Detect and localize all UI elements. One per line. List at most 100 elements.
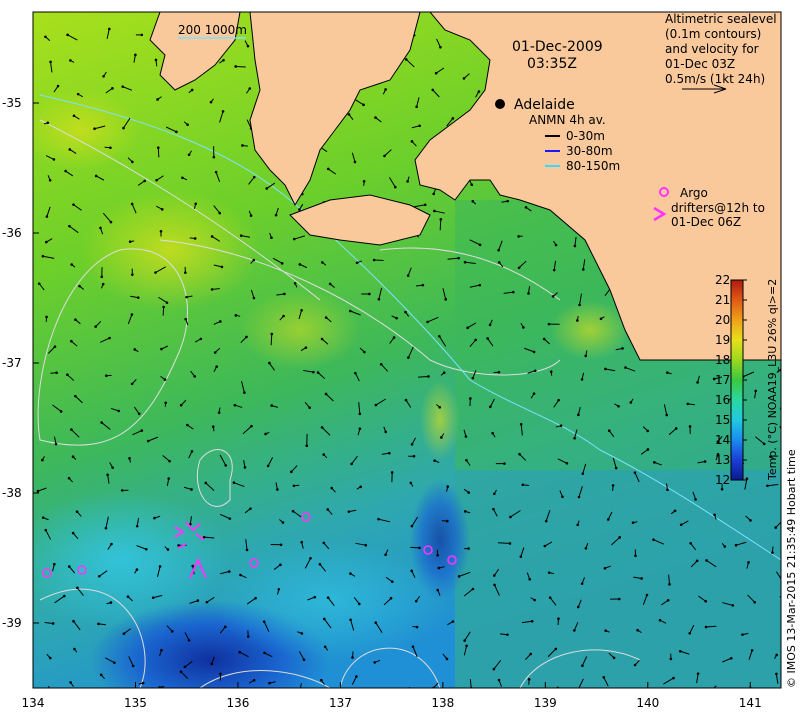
velocity-arrow-head [70,263,73,266]
velocity-arrow-head [411,645,415,648]
velocity-arrow-head [347,510,351,513]
velocity-arrow-head [94,325,97,328]
velocity-arrow-head [373,661,376,664]
velocity-arrow-head [74,394,77,398]
velocity-arrow [410,546,420,549]
velocity-arrow-head [68,148,72,151]
colorbar-scale [730,279,744,481]
colorbar-tick-label: 17 [715,373,730,387]
velocity-arrow-head [497,678,501,682]
velocity-arrow-head [688,425,692,428]
velocity-arrow-head [309,557,312,560]
velocity-arrow-head [771,551,774,554]
velocity-arrow-head [246,44,250,48]
velocity-arrow-head [674,427,678,430]
velocity-arrow-head [787,328,790,331]
velocity-arrow-head [158,565,162,568]
velocity-arrow-head [54,442,58,446]
velocity-arrow-head [210,235,214,238]
velocity-arrow-head [330,486,334,490]
colorbar-tick-label: 19 [715,333,730,347]
velocity-arrow-head [347,113,351,116]
velocity-arrow-head [729,656,733,660]
velocity-arrow-head [775,653,778,657]
velocity-arrow-head [723,545,727,548]
velocity-arrow-head [467,491,470,494]
velocity-arrow [235,65,246,68]
velocity-arrow-head [243,466,247,469]
velocity-arrow-head [106,473,109,477]
velocity-arrow-head [497,370,501,374]
velocity-arrow-head [227,570,231,573]
velocity-arrow-head [126,595,130,598]
velocity-arrow-head [703,460,707,463]
velocity-arrow-head [254,596,257,600]
velocity-arrow-head [457,256,460,260]
velocity-arrow-head [211,425,215,429]
velocity-arrow-head [154,58,158,62]
velocity-arrow-head [372,258,376,262]
velocity-arrow-head [274,213,278,217]
velocity-arrow-head [186,123,189,127]
velocity-arrow-head [245,335,248,339]
velocity-arrow-head [117,409,120,413]
velocity-arrow-head [279,543,283,547]
velocity-arrow-head [107,27,111,31]
velocity-arrow-head [557,617,560,621]
velocity-arrow-head [300,632,304,635]
velocity-arrow-head [75,510,79,513]
velocity-arrow-head [214,170,218,174]
velocity-arrow-head [204,481,208,485]
velocity-arrow-head [607,429,611,433]
velocity-arrow-head [383,154,386,158]
velocity-arrow-head [519,422,523,426]
velocity-arrow-head [393,185,397,189]
velocity-arrow-head [415,625,419,629]
velocity-arrow-head [653,461,656,464]
velocity-arrow-head [614,466,618,470]
velocity-arrow-head [283,292,286,296]
x-tick-label: 139 [534,696,557,710]
velocity-arrow-head [522,326,525,329]
velocity-arrow-head [212,155,216,159]
velocity-arrow-head [130,202,134,206]
velocity-arrow-head [190,450,194,453]
velocity-arrow-head [406,180,409,183]
colorbar-title: Temp. (°C) NOAA19_L3U 26% ql>=2 [766,279,779,481]
velocity-arrow-head [573,629,576,632]
velocity-arrow-head [66,33,69,37]
velocity-arrow-head [252,296,256,300]
velocity-arrow-head [249,214,253,217]
velocity-arrow-head [749,519,752,522]
velocity-arrow-head [134,53,137,57]
velocity-arrow-head [363,350,366,354]
velocity-arrow-head [266,464,270,468]
velocity-arrow-head [238,650,242,654]
velocity-arrow-head [374,116,377,119]
velocity-arrow-head [554,243,558,247]
velocity-arrow-head [184,317,187,321]
velocity-arrow-head [404,398,408,402]
velocity-arrow-head [72,203,75,206]
velocity-arrow-head [120,489,124,492]
velocity-arrow-head [100,421,103,424]
velocity-arrow-head [41,254,45,258]
velocity-arrow-head [234,65,238,68]
drifter-line-1: drifters@12h to [671,201,765,215]
velocity-arrow-head [213,351,217,354]
velocity-arrow-head [465,644,468,648]
velocity-arrow-head [665,413,669,417]
velocity-arrow-head [55,371,58,375]
velocity-arrow-head [527,292,530,295]
velocity-arrow-head [451,117,455,120]
velocity-arrow-head [353,160,357,164]
velocity-arrow-head [281,521,285,524]
velocity-arrow-head [300,540,303,544]
anmn-label-1: 30-80m [566,144,613,158]
velocity-arrow-head [471,587,475,591]
velocity-arrow-head [73,647,76,651]
velocity-arrow-head [97,622,100,626]
velocity-arrow-head [144,547,148,551]
velocity-arrow-head [210,662,214,666]
velocity-arrow-head [321,261,324,264]
